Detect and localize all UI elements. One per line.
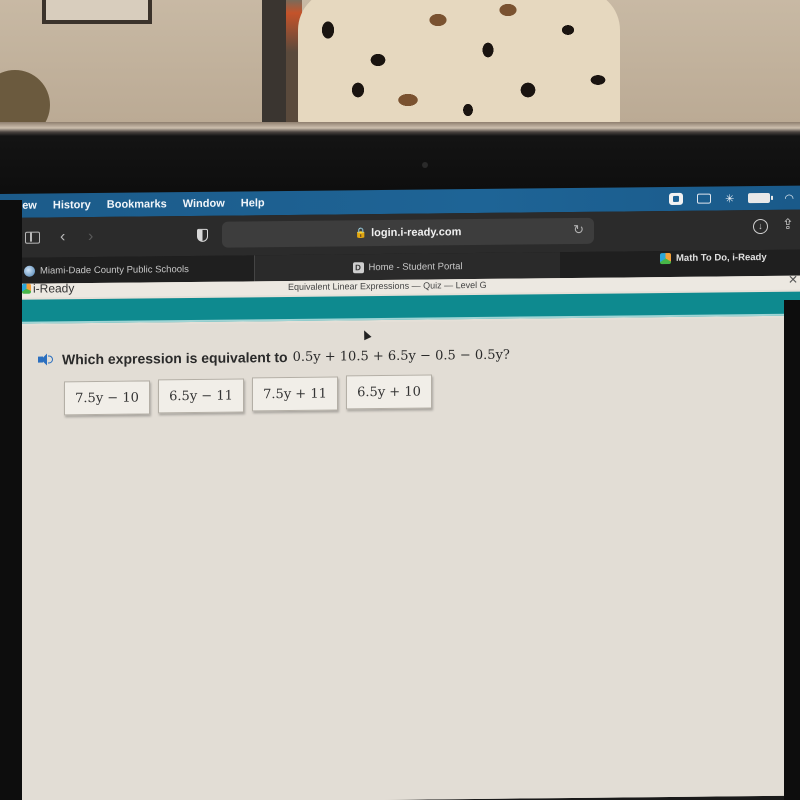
answer-choice-1[interactable]: 7.5y − 10 [64, 380, 150, 416]
keyboard-icon[interactable] [697, 193, 712, 204]
wall-picture-frame [42, 0, 152, 24]
leopard-print-fabric [298, 0, 620, 130]
lock-icon: 🔒 [354, 227, 368, 239]
menu-bookmarks[interactable]: Bookmarks [107, 198, 167, 211]
d-icon: D [352, 261, 364, 273]
iready-cube-icon [22, 283, 31, 294]
close-button[interactable]: ✕ [788, 273, 798, 287]
quiz-title: Equivalent Linear Expressions — Quiz — L… [288, 279, 487, 292]
question-prompt: Which expression is equivalent to [62, 348, 288, 368]
menu-history[interactable]: History [53, 199, 91, 211]
photo-stage: View History Bookmarks Window Help ✳ ◠ ‹… [0, 0, 800, 800]
answer-choice-2[interactable]: 6.5y − 11 [158, 378, 244, 414]
laptop-bezel-right [784, 300, 800, 800]
privacy-shield-icon[interactable] [197, 228, 208, 242]
tab-miami-dade[interactable]: Miami-Dade County Public Schools [22, 255, 254, 283]
laptop-bezel-left [0, 200, 22, 800]
iready-app: i-Ready Equivalent Linear Expressions — … [18, 273, 800, 800]
back-button[interactable]: ‹ [60, 227, 65, 247]
answer-choice-4[interactable]: 6.5y + 10 [346, 374, 432, 410]
logo-text: i-Ready [33, 281, 75, 296]
url-text[interactable]: login.i-ready.com [371, 226, 461, 239]
tab-student-portal[interactable]: D Home - Student Portal [254, 252, 560, 282]
downloads-icon[interactable]: ↓ [753, 218, 768, 235]
globe-icon [24, 265, 35, 277]
answer-choice-3[interactable]: 7.5y + 11 [252, 376, 338, 412]
answer-choices: 7.5y − 10 6.5y − 11 7.5y + 11 6.5y + 10 [64, 374, 432, 416]
zoom-icon[interactable] [669, 192, 684, 205]
menu-bar-status-icons: ✳ ◠ [669, 186, 794, 211]
reload-icon[interactable]: ↻ [573, 222, 584, 238]
room-background [0, 0, 800, 140]
webcam [422, 162, 428, 168]
share-icon[interactable]: ⇪ [782, 216, 794, 233]
menu-window[interactable]: Window [183, 198, 225, 210]
battery-icon[interactable] [748, 192, 771, 204]
iready-cube-icon [660, 252, 671, 264]
bluetooth-icon[interactable]: ✳ [725, 192, 734, 205]
speaker-icon[interactable] [38, 353, 53, 366]
laptop-screen: View History Bookmarks Window Help ✳ ◠ ‹… [0, 185, 800, 800]
doorframe [262, 0, 286, 130]
address-bar[interactable]: 🔒 login.i-ready.com ↻ [222, 217, 594, 248]
tab-label: Math To Do, i-Ready [676, 251, 767, 264]
tab-label: Home - Student Portal [368, 260, 463, 273]
question: Which expression is equivalent to 0.5y +… [38, 347, 510, 368]
menu-help[interactable]: Help [241, 197, 265, 209]
tab-label: Miami-Dade County Public Schools [40, 263, 189, 277]
question-expression: 0.5y + 10.5 + 6.5y − 0.5 − 0.5y? [292, 347, 510, 365]
sidebar-toggle-icon[interactable] [25, 231, 40, 244]
forward-button[interactable]: › [88, 227, 93, 247]
iready-logo: i-Ready [22, 281, 74, 296]
question-area: Which expression is equivalent to 0.5y +… [18, 317, 800, 800]
tab-math-to-do[interactable]: Math To Do, i-Ready [660, 244, 800, 271]
wifi-icon[interactable]: ◠ [784, 191, 794, 204]
